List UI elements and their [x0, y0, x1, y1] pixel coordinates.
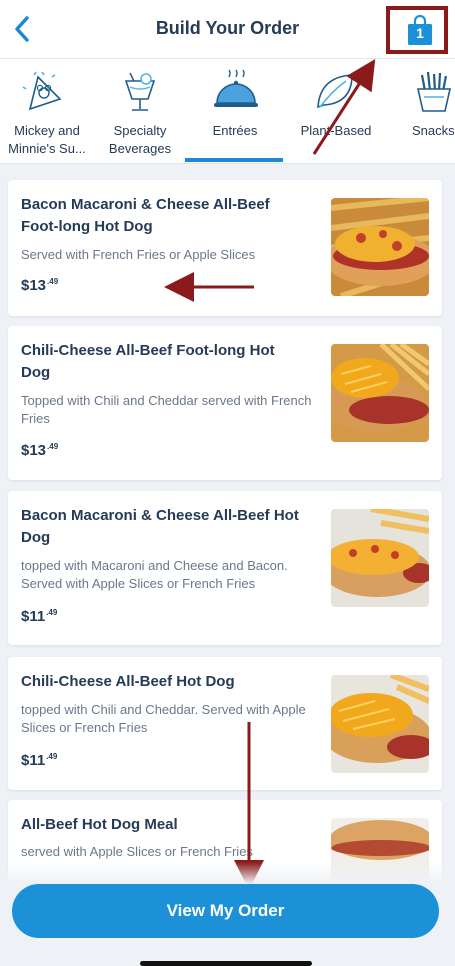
item-price: $13.49: [21, 442, 59, 459]
item-price: $13.49: [21, 277, 59, 294]
hot-dog-image: [331, 509, 429, 607]
menu-item-card[interactable]: Bacon Macaroni & Cheese All-Beef Hot Dog…: [8, 491, 442, 645]
tab-label: Snacks: [412, 123, 455, 138]
view-my-order-button[interactable]: View My Order: [12, 884, 439, 938]
item-description: served with Apple Slices or French Fries: [21, 844, 253, 859]
menu-item-list[interactable]: Bacon Macaroni & Cheese All-Beef Foot-lo…: [0, 164, 455, 884]
top-header: Build Your Order 1: [0, 0, 455, 59]
leaf-icon: [317, 74, 353, 109]
tab-specialty-beverages[interactable]: Specialty Beverages: [100, 59, 180, 163]
item-name: Chili-Cheese All-Beef Hot Dog: [21, 673, 235, 690]
item-name: Bacon Macaroni & Cheese All-Beef Foot-lo…: [21, 196, 270, 235]
item-description: Served with French Fries or Apple Slices: [21, 247, 256, 262]
selected-tab-indicator: [185, 158, 283, 162]
tab-label: Entrées: [212, 123, 258, 138]
mickey-cone-icon: [22, 71, 62, 111]
menu-item-card[interactable]: Bacon Macaroni & Cheese All-Beef Foot-lo…: [8, 180, 442, 316]
menu-item-card[interactable]: Chili-Cheese All-Beef Foot-long Hot Dog …: [8, 326, 442, 480]
home-indicator: [140, 961, 312, 966]
cart-button[interactable]: 1: [386, 6, 448, 54]
item-description: topped with Macaroni and Cheese and Baco…: [21, 558, 288, 591]
item-description: topped with Chili and Cheddar. Served wi…: [21, 702, 306, 735]
beverage-icon: [124, 72, 156, 111]
item-name: Bacon Macaroni & Cheese All-Beef Hot Dog: [21, 507, 299, 546]
menu-item-card[interactable]: Chili-Cheese All-Beef Hot Dog topped wit…: [8, 657, 442, 790]
tab-plant-based[interactable]: Plant-Based: [294, 59, 378, 163]
cloche-icon: [214, 69, 258, 107]
category-tabs: Mickey and Minnie's Su... Specialty Bevera…: [0, 59, 455, 164]
item-price: $11.49: [21, 608, 58, 625]
cart-count-badge: 1: [416, 25, 424, 41]
tab-label: Plant-Based: [300, 123, 372, 138]
tab-label: Mickey and Minnie's Su...: [8, 123, 86, 156]
fries-icon: [416, 71, 452, 112]
tab-entrees[interactable]: Entrées: [192, 59, 278, 163]
item-name: All-Beef Hot Dog Meal: [21, 816, 178, 833]
tab-snacks[interactable]: Snacks: [404, 59, 455, 163]
tab-label: Specialty Beverages: [108, 123, 172, 156]
hot-dog-image: [331, 344, 429, 442]
tab-mickey-minnie[interactable]: Mickey and Minnie's Su...: [0, 59, 92, 163]
hot-dog-image: [331, 675, 429, 773]
item-price: $11.49: [21, 752, 58, 769]
item-description: Topped with Chili and Cheddar served wit…: [21, 393, 312, 426]
hot-dog-image: [331, 198, 429, 296]
item-name: Chili-Cheese All-Beef Foot-long Hot Dog: [21, 342, 275, 381]
